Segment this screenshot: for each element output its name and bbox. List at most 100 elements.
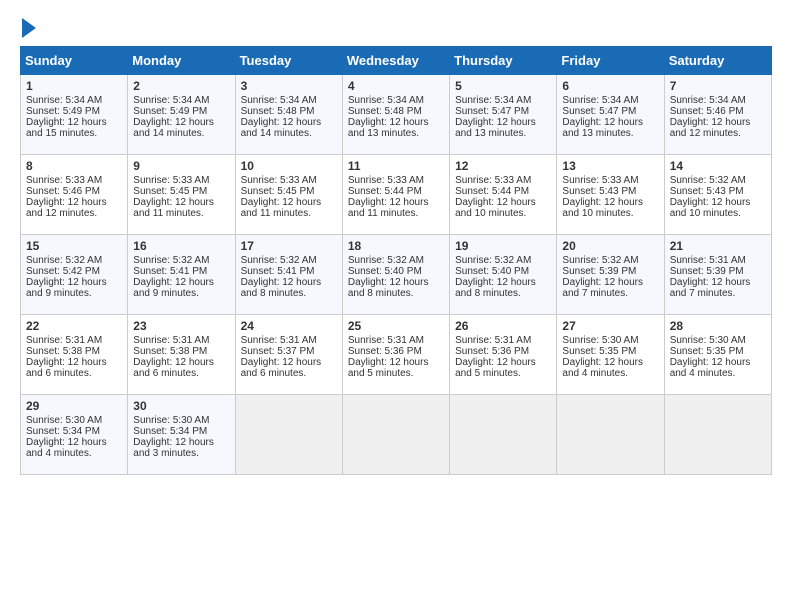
day-header-thursday: Thursday	[450, 47, 557, 75]
daylight-text: Daylight: 12 hours and 8 minutes.	[241, 277, 322, 299]
calendar-header-row: SundayMondayTuesdayWednesdayThursdayFrid…	[21, 47, 772, 75]
calendar-cell: 2 Sunrise: 5:34 AM Sunset: 5:49 PM Dayli…	[128, 75, 235, 155]
sunrise-text: Sunrise: 5:31 AM	[133, 335, 209, 346]
day-header-sunday: Sunday	[21, 47, 128, 75]
daylight-text: Daylight: 12 hours and 13 minutes.	[455, 117, 536, 139]
daylight-text: Daylight: 12 hours and 5 minutes.	[348, 357, 429, 379]
sunrise-text: Sunrise: 5:30 AM	[670, 335, 746, 346]
daylight-text: Daylight: 12 hours and 11 minutes.	[241, 197, 322, 219]
calendar-cell	[664, 395, 771, 475]
sunrise-text: Sunrise: 5:33 AM	[133, 175, 209, 186]
calendar-cell: 19 Sunrise: 5:32 AM Sunset: 5:40 PM Dayl…	[450, 235, 557, 315]
calendar-cell: 12 Sunrise: 5:33 AM Sunset: 5:44 PM Dayl…	[450, 155, 557, 235]
daylight-text: Daylight: 12 hours and 7 minutes.	[562, 277, 643, 299]
calendar-cell: 16 Sunrise: 5:32 AM Sunset: 5:41 PM Dayl…	[128, 235, 235, 315]
sunrise-text: Sunrise: 5:34 AM	[348, 95, 424, 106]
daylight-text: Daylight: 12 hours and 14 minutes.	[133, 117, 214, 139]
calendar-cell	[557, 395, 664, 475]
calendar-cell	[450, 395, 557, 475]
calendar-cell: 4 Sunrise: 5:34 AM Sunset: 5:48 PM Dayli…	[342, 75, 449, 155]
daylight-text: Daylight: 12 hours and 5 minutes.	[455, 357, 536, 379]
sunset-text: Sunset: 5:39 PM	[562, 266, 636, 277]
day-number: 13	[562, 159, 658, 173]
day-number: 15	[26, 239, 122, 253]
sunset-text: Sunset: 5:43 PM	[562, 186, 636, 197]
sunrise-text: Sunrise: 5:30 AM	[562, 335, 638, 346]
daylight-text: Daylight: 12 hours and 9 minutes.	[26, 277, 107, 299]
daylight-text: Daylight: 12 hours and 13 minutes.	[562, 117, 643, 139]
calendar-cell: 17 Sunrise: 5:32 AM Sunset: 5:41 PM Dayl…	[235, 235, 342, 315]
daylight-text: Daylight: 12 hours and 4 minutes.	[562, 357, 643, 379]
daylight-text: Daylight: 12 hours and 6 minutes.	[26, 357, 107, 379]
calendar-cell: 7 Sunrise: 5:34 AM Sunset: 5:46 PM Dayli…	[664, 75, 771, 155]
calendar-cell: 3 Sunrise: 5:34 AM Sunset: 5:48 PM Dayli…	[235, 75, 342, 155]
day-header-friday: Friday	[557, 47, 664, 75]
sunset-text: Sunset: 5:49 PM	[133, 106, 207, 117]
day-number: 7	[670, 79, 766, 93]
sunset-text: Sunset: 5:37 PM	[241, 346, 315, 357]
day-header-saturday: Saturday	[664, 47, 771, 75]
sunset-text: Sunset: 5:47 PM	[455, 106, 529, 117]
day-header-monday: Monday	[128, 47, 235, 75]
sunset-text: Sunset: 5:38 PM	[133, 346, 207, 357]
calendar-cell: 20 Sunrise: 5:32 AM Sunset: 5:39 PM Dayl…	[557, 235, 664, 315]
sunset-text: Sunset: 5:41 PM	[241, 266, 315, 277]
daylight-text: Daylight: 12 hours and 9 minutes.	[133, 277, 214, 299]
sunset-text: Sunset: 5:48 PM	[348, 106, 422, 117]
calendar-week-row: 22 Sunrise: 5:31 AM Sunset: 5:38 PM Dayl…	[21, 315, 772, 395]
sunset-text: Sunset: 5:47 PM	[562, 106, 636, 117]
day-number: 18	[348, 239, 444, 253]
logo	[20, 20, 36, 38]
day-number: 12	[455, 159, 551, 173]
sunset-text: Sunset: 5:40 PM	[348, 266, 422, 277]
day-number: 6	[562, 79, 658, 93]
day-number: 19	[455, 239, 551, 253]
day-number: 17	[241, 239, 337, 253]
calendar-cell: 6 Sunrise: 5:34 AM Sunset: 5:47 PM Dayli…	[557, 75, 664, 155]
calendar-table: SundayMondayTuesdayWednesdayThursdayFrid…	[20, 46, 772, 475]
daylight-text: Daylight: 12 hours and 12 minutes.	[26, 197, 107, 219]
day-number: 22	[26, 319, 122, 333]
calendar-cell: 8 Sunrise: 5:33 AM Sunset: 5:46 PM Dayli…	[21, 155, 128, 235]
daylight-text: Daylight: 12 hours and 3 minutes.	[133, 437, 214, 459]
daylight-text: Daylight: 12 hours and 6 minutes.	[133, 357, 214, 379]
sunset-text: Sunset: 5:39 PM	[670, 266, 744, 277]
calendar-cell: 15 Sunrise: 5:32 AM Sunset: 5:42 PM Dayl…	[21, 235, 128, 315]
page-header	[20, 20, 772, 38]
daylight-text: Daylight: 12 hours and 4 minutes.	[670, 357, 751, 379]
calendar-cell: 28 Sunrise: 5:30 AM Sunset: 5:35 PM Dayl…	[664, 315, 771, 395]
daylight-text: Daylight: 12 hours and 6 minutes.	[241, 357, 322, 379]
day-number: 1	[26, 79, 122, 93]
sunset-text: Sunset: 5:38 PM	[26, 346, 100, 357]
sunrise-text: Sunrise: 5:34 AM	[133, 95, 209, 106]
day-number: 5	[455, 79, 551, 93]
sunrise-text: Sunrise: 5:31 AM	[26, 335, 102, 346]
daylight-text: Daylight: 12 hours and 13 minutes.	[348, 117, 429, 139]
day-number: 3	[241, 79, 337, 93]
daylight-text: Daylight: 12 hours and 4 minutes.	[26, 437, 107, 459]
sunset-text: Sunset: 5:34 PM	[26, 426, 100, 437]
sunset-text: Sunset: 5:35 PM	[670, 346, 744, 357]
sunrise-text: Sunrise: 5:33 AM	[562, 175, 638, 186]
sunrise-text: Sunrise: 5:32 AM	[562, 255, 638, 266]
sunrise-text: Sunrise: 5:32 AM	[133, 255, 209, 266]
sunset-text: Sunset: 5:49 PM	[26, 106, 100, 117]
calendar-cell: 26 Sunrise: 5:31 AM Sunset: 5:36 PM Dayl…	[450, 315, 557, 395]
sunset-text: Sunset: 5:36 PM	[348, 346, 422, 357]
daylight-text: Daylight: 12 hours and 11 minutes.	[133, 197, 214, 219]
day-number: 28	[670, 319, 766, 333]
sunset-text: Sunset: 5:45 PM	[133, 186, 207, 197]
calendar-cell: 10 Sunrise: 5:33 AM Sunset: 5:45 PM Dayl…	[235, 155, 342, 235]
sunset-text: Sunset: 5:48 PM	[241, 106, 315, 117]
sunset-text: Sunset: 5:46 PM	[670, 106, 744, 117]
daylight-text: Daylight: 12 hours and 10 minutes.	[562, 197, 643, 219]
day-number: 10	[241, 159, 337, 173]
sunrise-text: Sunrise: 5:30 AM	[26, 415, 102, 426]
sunset-text: Sunset: 5:45 PM	[241, 186, 315, 197]
sunrise-text: Sunrise: 5:31 AM	[670, 255, 746, 266]
logo-arrow-icon	[22, 18, 36, 38]
day-number: 26	[455, 319, 551, 333]
daylight-text: Daylight: 12 hours and 8 minutes.	[348, 277, 429, 299]
calendar-cell: 30 Sunrise: 5:30 AM Sunset: 5:34 PM Dayl…	[128, 395, 235, 475]
sunset-text: Sunset: 5:42 PM	[26, 266, 100, 277]
